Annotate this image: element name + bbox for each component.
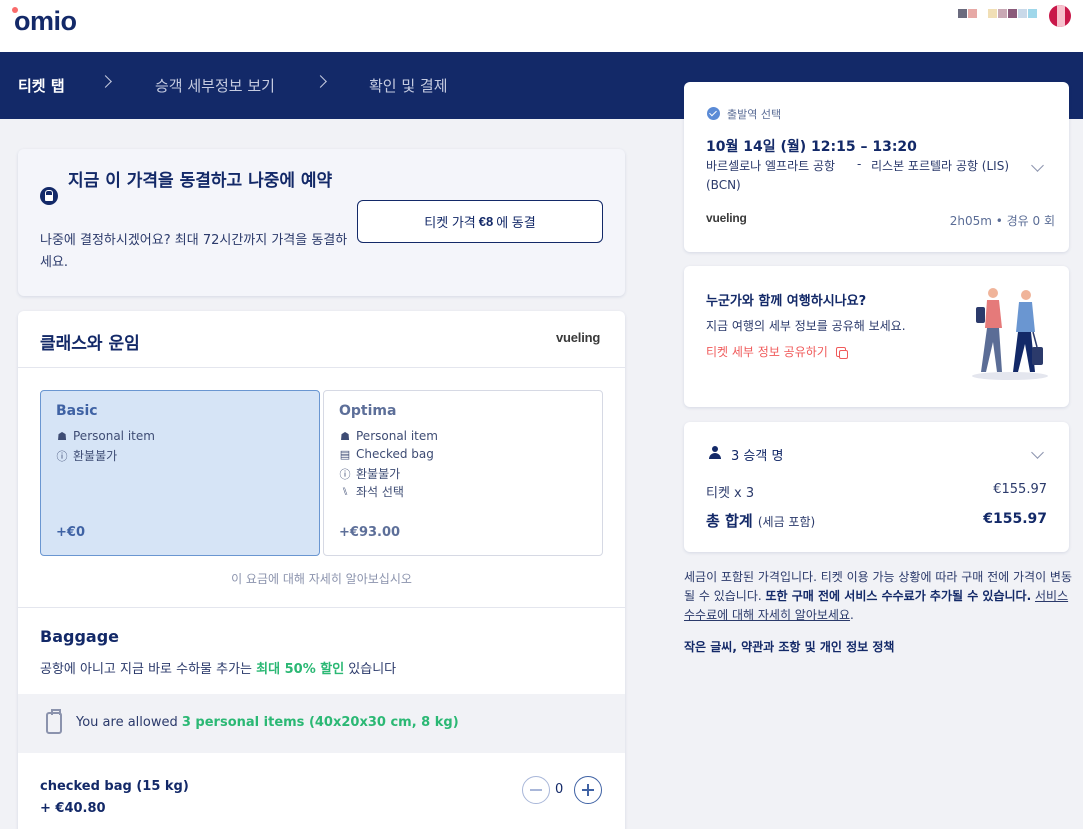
chevron-right-icon bbox=[99, 75, 112, 88]
chevron-down-icon[interactable] bbox=[1031, 159, 1044, 172]
freeze-button-prefix: 티켓 가격 bbox=[424, 215, 476, 230]
price-note: 세금이 포함된 가격입니다. 티켓 이용 가능 상황에 따라 구매 전에 가격이… bbox=[684, 570, 1073, 622]
color-swatch bbox=[978, 9, 987, 18]
fare-option-basic[interactable]: Basic ☗ Personal item ⓘ 환불불가 +€0 bbox=[40, 390, 320, 556]
fare-name: Basic bbox=[56, 403, 98, 419]
logo-dot bbox=[12, 7, 18, 13]
travelers-illustration-icon bbox=[972, 288, 1048, 380]
divider bbox=[18, 367, 625, 368]
color-swatch bbox=[988, 9, 997, 18]
fare-feature: ⓘ 환불불가 bbox=[339, 467, 401, 481]
fare-price: +€93.00 bbox=[339, 525, 401, 540]
legal-links[interactable]: 작은 글씨, 약관과 조항 및 개인 정보 정책 bbox=[684, 638, 894, 655]
no-refund-icon: ⓘ bbox=[339, 467, 351, 481]
share-title: 누군가와 함께 여행하시나요? bbox=[706, 294, 867, 309]
person-icon bbox=[708, 446, 722, 460]
trip-duration-stops: 2h05m • 경유 0 회 bbox=[949, 214, 1055, 228]
color-swatches bbox=[958, 9, 1037, 18]
allowance-text: You are allowed 3 personal items (40x20x… bbox=[76, 715, 459, 730]
seat-icon: ⑊ bbox=[341, 485, 349, 498]
step-confirm-pay: 확인 및 결제 bbox=[369, 77, 448, 95]
freeze-title: 지금 이 가격을 동결하고 나중에 예약 bbox=[68, 171, 333, 191]
color-swatch bbox=[958, 9, 967, 18]
fare-feature: ⑊ 좌석 선택 bbox=[339, 483, 404, 500]
fare-option-optima[interactable]: Optima ☗ Personal item ▤ Checked bag ⓘ 환불불가… bbox=[323, 390, 603, 556]
color-swatch bbox=[1028, 9, 1037, 18]
decrease-bag-button[interactable] bbox=[522, 776, 550, 804]
baggage-subtitle: 공항에 아니고 지금 바로 수하물 추가는 최대 50% 할인 있습니다 bbox=[40, 662, 397, 677]
freeze-button-amount: €8 bbox=[478, 214, 494, 229]
fare-feature: ☗ Personal item bbox=[57, 429, 155, 443]
step-tickets: 티켓 탭 bbox=[18, 77, 65, 95]
ticket-line-label: 티켓 x 3 bbox=[706, 486, 755, 501]
vueling-logo: vueling bbox=[556, 330, 601, 345]
chevron-down-icon[interactable] bbox=[1031, 446, 1044, 459]
total-label: 총 합계 (세금 포함) bbox=[706, 512, 816, 530]
bag-icon: ☗ bbox=[57, 429, 67, 443]
freeze-subtitle: 나중에 결정하시겠어요? 최대 72시간까지 가격을 동결하세요. bbox=[40, 233, 348, 270]
share-subtitle: 지금 여행의 세부 정보를 공유해 보세요. bbox=[706, 319, 906, 333]
fare-feature: ⓘ 환불불가 bbox=[56, 449, 118, 463]
step-passenger-details: 승객 세부정보 보기 bbox=[155, 77, 275, 95]
account-avatar-icon[interactable] bbox=[1049, 5, 1071, 27]
trip-dash: - bbox=[857, 157, 862, 171]
bag-quantity: 0 bbox=[555, 782, 564, 797]
price-freeze-card: 지금 이 가격을 동결하고 나중에 예약 나중에 결정하시겠어요? 최대 72시… bbox=[18, 149, 625, 296]
checked-bag-price: + €40.80 bbox=[40, 801, 106, 816]
color-swatch bbox=[1018, 9, 1027, 18]
omio-logo[interactable]: omio bbox=[12, 6, 77, 37]
share-trip-card: 누군가와 함께 여행하시나요? 지금 여행의 세부 정보를 공유해 보세요. 티… bbox=[684, 266, 1069, 407]
fare-name: Optima bbox=[339, 403, 397, 419]
allowance-banner: You are allowed 3 personal items (40x20x… bbox=[18, 694, 625, 753]
trip-summary-card: 출발역 선택 10월 14일 (월) 12:15 – 13:20 바르셀로나 엘… bbox=[684, 82, 1069, 252]
suitcase-icon: ▤ bbox=[339, 447, 351, 461]
passenger-count: 3 승객 명 bbox=[731, 449, 784, 464]
fare-card: 클래스와 운임 vueling Basic ☗ Personal item ⓘ 환불… bbox=[18, 311, 625, 829]
baggage-title: Baggage bbox=[40, 627, 119, 646]
luggage-icon bbox=[46, 709, 62, 734]
fare-price: +€0 bbox=[56, 525, 85, 540]
no-refund-icon: ⓘ bbox=[56, 449, 68, 463]
trip-origin: 바르셀로나 엘프라트 공항 (BCN) bbox=[706, 159, 836, 192]
bag-icon: ☗ bbox=[340, 429, 350, 443]
top-bar: omio bbox=[0, 0, 1083, 52]
color-swatch bbox=[968, 9, 977, 18]
fare-feature: ▤ Checked bag bbox=[339, 447, 434, 461]
lock-icon bbox=[40, 187, 58, 205]
check-circle-icon bbox=[707, 107, 720, 120]
trip-destination: 리스본 포르텔라 공항 (LIS) bbox=[871, 159, 1010, 173]
checked-bag-name: checked bag (15 kg) bbox=[40, 779, 189, 794]
freeze-button-suffix: 에 동결 bbox=[496, 215, 536, 230]
divider bbox=[18, 607, 625, 608]
color-swatch bbox=[1008, 9, 1017, 18]
chevron-right-icon bbox=[314, 75, 327, 88]
trip-date-time: 10월 14일 (월) 12:15 – 13:20 bbox=[706, 139, 917, 155]
price-summary-card: 3 승객 명 티켓 x 3 €155.97 총 합계 (세금 포함) €155.… bbox=[684, 422, 1069, 552]
fare-feature: ☗ Personal item bbox=[340, 429, 438, 443]
trip-label: 출발역 선택 bbox=[727, 108, 782, 121]
freeze-price-button[interactable]: 티켓 가격 €8 에 동결 bbox=[357, 200, 603, 243]
fare-title: 클래스와 운임 bbox=[40, 334, 140, 354]
copy-icon bbox=[835, 346, 848, 359]
color-swatch bbox=[998, 9, 1007, 18]
increase-bag-button[interactable] bbox=[574, 776, 602, 804]
vueling-logo: vueling bbox=[706, 211, 747, 225]
total-value: €155.97 bbox=[983, 511, 1047, 527]
logo-text: omio bbox=[14, 6, 77, 36]
fare-learn-more-link[interactable]: 이 요금에 대해 자세히 알아보십시오 bbox=[18, 570, 625, 587]
share-ticket-link[interactable]: 티켓 세부 정보 공유하기 bbox=[706, 343, 848, 360]
ticket-line-value: €155.97 bbox=[993, 482, 1047, 497]
